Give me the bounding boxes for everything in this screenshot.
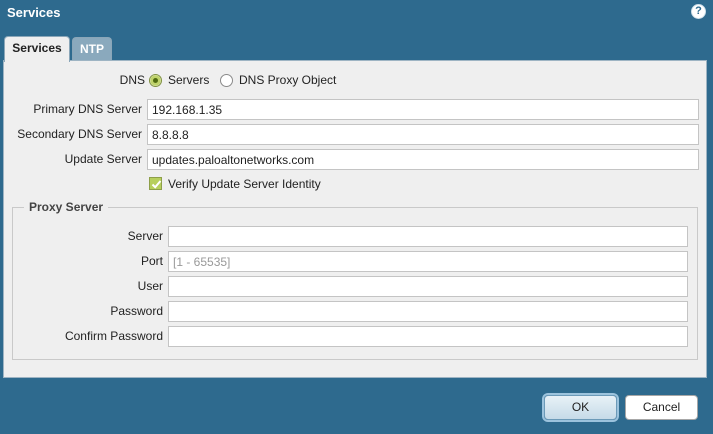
verify-identity-label[interactable]: Verify Update Server Identity: [168, 174, 321, 195]
proxy-server-legend: Proxy Server: [24, 200, 109, 214]
dns-proxy-object-label[interactable]: DNS Proxy Object: [239, 70, 336, 91]
proxy-user-label: User: [137, 279, 163, 293]
services-panel: DNS Servers DNS Proxy Object Primary DNS…: [3, 60, 707, 378]
update-server-label: Update Server: [64, 152, 142, 166]
dialog-title: Services: [7, 5, 61, 20]
tab-services[interactable]: Services: [4, 36, 70, 62]
checkmark-icon: [151, 180, 162, 189]
proxy-password-label: Password: [110, 304, 163, 318]
proxy-user-input[interactable]: [168, 276, 688, 297]
dns-servers-label[interactable]: Servers: [168, 70, 209, 91]
secondary-dns-label: Secondary DNS Server: [17, 127, 142, 141]
proxy-password-input[interactable]: [168, 301, 688, 322]
proxy-confirm-password-input[interactable]: [168, 326, 688, 347]
tab-ntp[interactable]: NTP: [72, 37, 112, 61]
dns-proxy-object-radio[interactable]: [220, 74, 233, 87]
proxy-server-input[interactable]: [168, 226, 688, 247]
proxy-server-group: Proxy Server Server Port User Password C…: [12, 200, 698, 360]
proxy-port-label: Port: [140, 254, 163, 268]
proxy-port-input[interactable]: [168, 251, 688, 272]
help-icon[interactable]: ?: [691, 4, 706, 19]
ok-button[interactable]: OK: [544, 395, 617, 420]
secondary-dns-input[interactable]: [147, 124, 699, 145]
proxy-server-label: Server: [127, 229, 163, 243]
primary-dns-input[interactable]: [147, 99, 699, 120]
primary-dns-label: Primary DNS Server: [33, 102, 142, 116]
verify-identity-checkbox[interactable]: [149, 177, 162, 190]
proxy-confirm-password-label: Confirm Password: [64, 329, 163, 343]
update-server-input[interactable]: [147, 149, 699, 170]
dns-label: DNS: [119, 73, 145, 87]
cancel-button[interactable]: Cancel: [625, 395, 698, 420]
dns-servers-radio[interactable]: [149, 74, 162, 87]
